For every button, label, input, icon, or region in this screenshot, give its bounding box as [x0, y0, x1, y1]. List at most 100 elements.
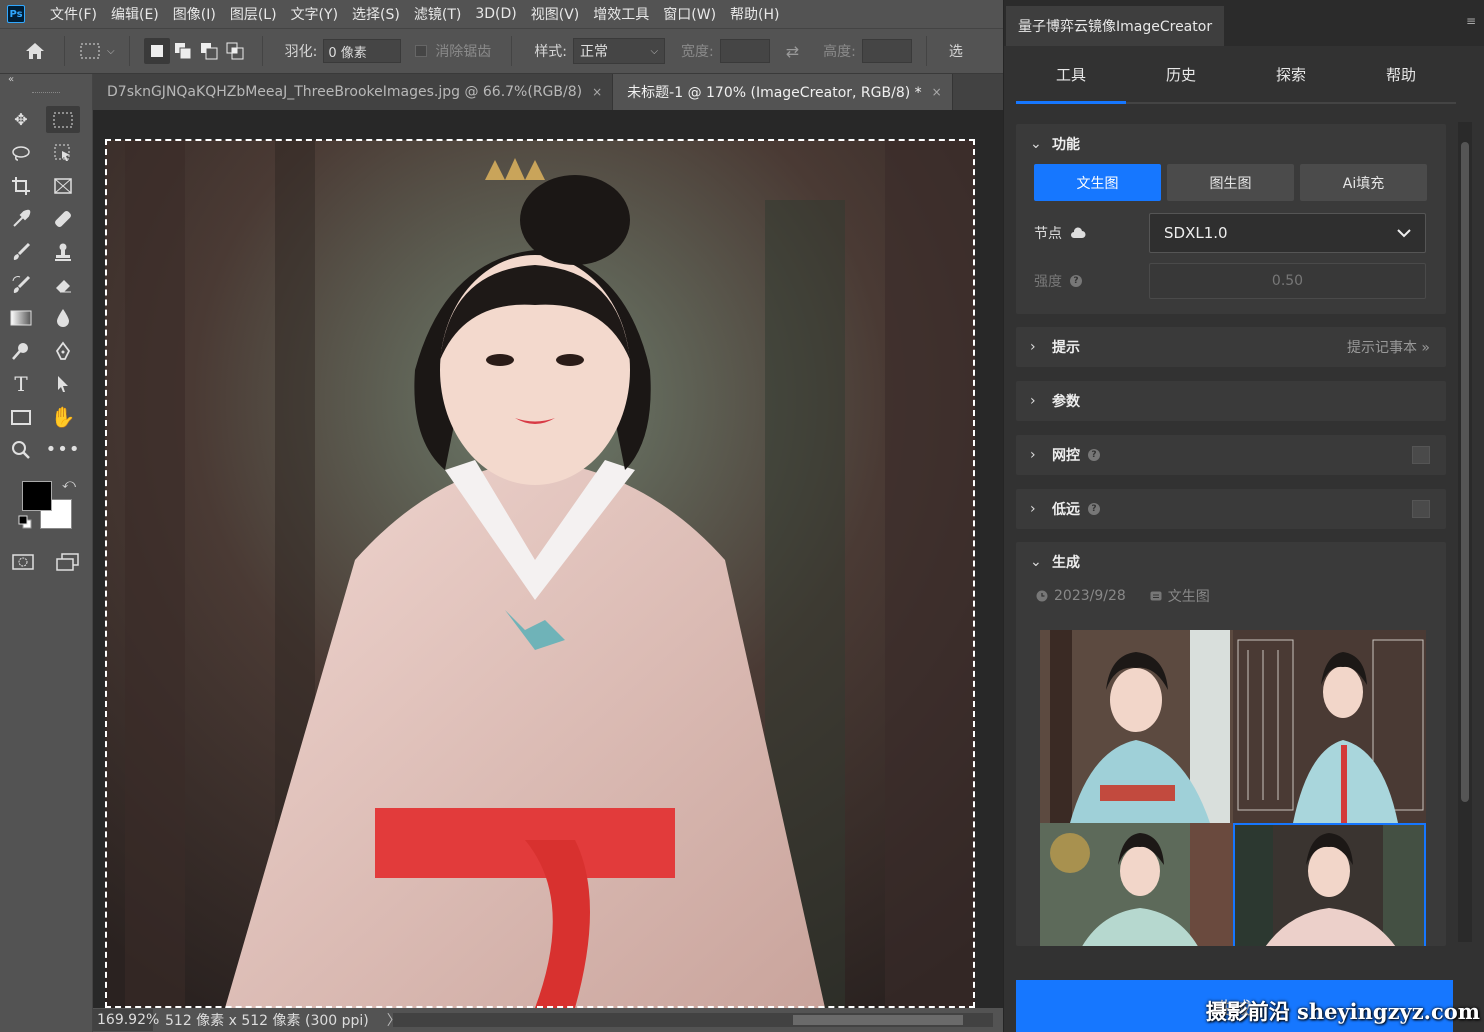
- screen-mode-icon[interactable]: [56, 553, 80, 571]
- menu-image[interactable]: 图像(I): [166, 4, 223, 24]
- hand-tool-icon[interactable]: ✋: [46, 403, 80, 430]
- gradient-tool-icon[interactable]: [4, 304, 38, 331]
- eraser-tool-icon[interactable]: [46, 271, 80, 298]
- generated-image-4[interactable]: [1233, 823, 1426, 946]
- type-tool-icon[interactable]: T: [4, 370, 38, 397]
- antialias-checkbox[interactable]: [415, 45, 428, 57]
- menu-select[interactable]: 选择(S): [345, 4, 407, 24]
- more-tools-icon[interactable]: •••: [46, 436, 80, 463]
- help-icon[interactable]: ?: [1070, 275, 1082, 287]
- image-to-image-button[interactable]: 图生图: [1167, 164, 1294, 201]
- prompt-section[interactable]: › 提示 提示记事本 »: [1016, 327, 1446, 367]
- eyedropper-tool-icon[interactable]: [4, 205, 38, 232]
- controlnet-section[interactable]: › 网控 ?: [1016, 435, 1446, 475]
- function-section: ⌄ 功能 文生图 图生图 Ai填充 节点 SDXL1.0 强度 ? 0.50: [1016, 124, 1446, 314]
- function-section-header[interactable]: ⌄ 功能: [1016, 124, 1446, 164]
- ai-fill-button[interactable]: Ai填充: [1300, 164, 1427, 201]
- new-selection-button[interactable]: [143, 38, 170, 64]
- generated-image-1[interactable]: [1040, 630, 1233, 823]
- tab-history[interactable]: 历史: [1126, 46, 1236, 102]
- width-label: 宽度:: [681, 44, 714, 60]
- rect-marquee-tool-icon[interactable]: [46, 106, 80, 133]
- tab-help[interactable]: 帮助: [1346, 46, 1456, 102]
- tab-explore[interactable]: 探索: [1236, 46, 1346, 102]
- menu-edit[interactable]: 编辑(E): [104, 4, 166, 24]
- feather-input[interactable]: 0 像素: [323, 39, 402, 63]
- controlnet-checkbox[interactable]: [1412, 446, 1430, 464]
- quick-mask-icon[interactable]: [12, 553, 34, 571]
- menu-type[interactable]: 文字(Y): [284, 4, 345, 24]
- swap-colors-icon[interactable]: ⤺: [62, 477, 76, 492]
- close-icon[interactable]: ×: [932, 85, 942, 99]
- swap-icon[interactable]: ⇄: [786, 42, 799, 61]
- prompt-notebook-link[interactable]: 提示记事本 »: [1347, 337, 1430, 357]
- tab-tools[interactable]: 工具: [1016, 46, 1126, 104]
- section-title: 功能: [1052, 137, 1080, 153]
- panel-title-tab[interactable]: 量子博弈云镜像ImageCreator: [1006, 6, 1225, 46]
- document-tabs: D7sknGJNQaKQHZbMeeaJ_ThreeBrookeImages.j…: [93, 74, 1003, 110]
- tab-document-1[interactable]: D7sknGJNQaKQHZbMeeaJ_ThreeBrookeImages.j…: [93, 74, 614, 110]
- chevron-down-icon: ⌄: [1030, 136, 1042, 152]
- panel-menu-icon[interactable]: ≡: [1466, 14, 1476, 28]
- intersect-selection-button[interactable]: [222, 38, 248, 64]
- width-input[interactable]: [719, 39, 770, 63]
- scrollbar-thumb[interactable]: [793, 1015, 963, 1025]
- subtract-selection-button[interactable]: [196, 38, 222, 64]
- panel-grip[interactable]: [32, 92, 60, 96]
- lowfar-section[interactable]: › 低远 ?: [1016, 489, 1446, 529]
- home-button[interactable]: [20, 41, 50, 61]
- watermark-text: 摄影前沿 sheyingzyz.com: [1205, 999, 1480, 1024]
- menu-layer[interactable]: 图层(L): [223, 4, 284, 24]
- help-icon[interactable]: ?: [1088, 449, 1100, 461]
- text-to-image-button[interactable]: 文生图: [1034, 164, 1161, 201]
- crop-tool-icon[interactable]: [4, 172, 38, 199]
- healing-brush-tool-icon[interactable]: [46, 205, 80, 232]
- menu-view[interactable]: 视图(V): [524, 4, 587, 24]
- menu-window[interactable]: 窗口(W): [656, 4, 723, 24]
- marquee-preset[interactable]: ⌵: [79, 42, 115, 60]
- select-and-mask-button[interactable]: 选: [949, 41, 963, 61]
- menu-plugins[interactable]: 增效工具: [586, 4, 656, 24]
- frame-tool-icon[interactable]: [46, 172, 80, 199]
- lowfar-checkbox[interactable]: [1412, 500, 1430, 518]
- generate-section-header[interactable]: ⌄ 生成: [1016, 542, 1446, 582]
- move-tool-icon[interactable]: ✥: [4, 106, 38, 133]
- default-colors-icon[interactable]: [18, 515, 32, 529]
- height-input[interactable]: [861, 39, 912, 63]
- scrollbar-thumb[interactable]: [1461, 142, 1469, 802]
- menu-file[interactable]: 文件(F): [43, 4, 104, 24]
- close-icon[interactable]: ×: [592, 85, 602, 99]
- node-select[interactable]: SDXL1.0: [1149, 213, 1426, 253]
- menu-help[interactable]: 帮助(H): [723, 4, 786, 24]
- canvas-area[interactable]: [93, 110, 1003, 1008]
- lasso-tool-icon[interactable]: [4, 139, 38, 166]
- horizontal-scrollbar[interactable]: [393, 1013, 993, 1027]
- pen-tool-icon[interactable]: [46, 337, 80, 364]
- panel-scrollbar[interactable]: [1458, 122, 1472, 942]
- add-selection-button[interactable]: [170, 38, 196, 64]
- menu-filter[interactable]: 滤镜(T): [407, 4, 468, 24]
- params-section[interactable]: › 参数: [1016, 381, 1446, 421]
- help-icon[interactable]: ?: [1088, 503, 1100, 515]
- dodge-tool-icon[interactable]: [4, 337, 38, 364]
- collapse-icon[interactable]: «: [0, 74, 92, 88]
- rectangle-tool-icon[interactable]: [4, 403, 38, 430]
- foreground-color-swatch[interactable]: [22, 481, 52, 511]
- separator: [64, 36, 65, 66]
- stamp-tool-icon[interactable]: [46, 238, 80, 265]
- path-select-tool-icon[interactable]: [46, 370, 80, 397]
- menu-3d[interactable]: 3D(D): [468, 6, 523, 22]
- style-select[interactable]: 正常 ⌵: [573, 38, 666, 64]
- zoom-tool-icon[interactable]: [4, 436, 38, 463]
- tab-document-2[interactable]: 未标题-1 @ 170% (ImageCreator, RGB/8) * ×: [613, 74, 953, 110]
- history-brush-tool-icon[interactable]: [4, 271, 38, 298]
- generated-image-3[interactable]: [1040, 823, 1233, 946]
- blur-tool-icon[interactable]: [46, 304, 80, 331]
- style-label: 样式:: [534, 44, 568, 60]
- section-title: 提示: [1052, 340, 1080, 356]
- zoom-level-field[interactable]: 169.92%: [93, 1009, 159, 1031]
- strength-input[interactable]: 0.50: [1149, 263, 1426, 299]
- object-select-tool-icon[interactable]: [46, 139, 80, 166]
- brush-tool-icon[interactable]: [4, 238, 38, 265]
- generated-image-2[interactable]: [1233, 630, 1426, 823]
